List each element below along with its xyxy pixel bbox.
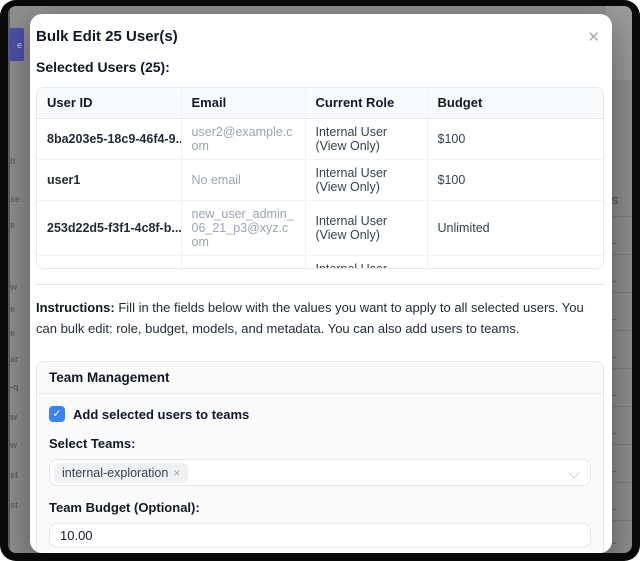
cell-user-id: user1 xyxy=(37,159,181,200)
close-icon: ✕ xyxy=(587,29,600,46)
col-header-budget: Budget xyxy=(427,88,603,118)
col-header-email: Email xyxy=(181,88,305,118)
selected-users-table: User ID Email Current Role Budget 8ba203… xyxy=(37,88,603,269)
cell-email: inter xyxy=(181,255,305,269)
cell-current-role: Internal User (View Only) xyxy=(305,255,427,269)
cell-budget: $100 xyxy=(427,118,603,159)
select-teams-label: Select Teams: xyxy=(49,436,591,451)
col-header-current-role: Current Role xyxy=(305,88,427,118)
table-row: 8ba203e5-18c9-46f4-9... user2@example.co… xyxy=(37,118,603,159)
table-row: 253d22d5-f3f1-4c8f-b... new_user_admin_0… xyxy=(37,200,603,255)
team-management-body: ✓ Add selected users to teams Select Tea… xyxy=(37,394,603,553)
bulk-edit-modal: Bulk Edit 25 User(s) ✕ Selected Users (2… xyxy=(30,14,612,553)
cell-user-id: 5dbd2335-cdd6-47ca-b... xyxy=(37,255,181,269)
checkmark-icon: ✓ xyxy=(52,408,61,420)
team-tag: internal-exploration × xyxy=(54,463,188,483)
section-divider xyxy=(36,284,604,285)
cell-budget: $100 xyxy=(427,159,603,200)
cell-email: new_user_admin_06_21_p3@xyz.com xyxy=(181,200,305,255)
team-tag-remove-icon[interactable]: × xyxy=(173,466,180,480)
instructions-label: Instructions: xyxy=(36,300,115,315)
selected-users-table-container[interactable]: User ID Email Current Role Budget 8ba203… xyxy=(36,87,604,269)
close-button[interactable]: ✕ xyxy=(583,28,604,47)
team-tag-label: internal-exploration xyxy=(62,466,168,480)
cell-budget: Unlimited xyxy=(427,200,603,255)
add-users-to-teams-row: ✓ Add selected users to teams xyxy=(49,406,591,422)
cell-user-id: 253d22d5-f3f1-4c8f-b... xyxy=(37,200,181,255)
instructions-text: Instructions: Fill in the fields below w… xyxy=(36,297,604,339)
table-row: user1 No email Internal User (View Only)… xyxy=(37,159,603,200)
background-sidebar-active-item: e xyxy=(9,28,24,61)
add-users-to-teams-checkbox[interactable]: ✓ xyxy=(49,406,65,422)
team-management-panel: Team Management ✓ Add selected users to … xyxy=(36,361,604,553)
modal-title: Bulk Edit 25 User(s) xyxy=(36,28,178,45)
cell-budget: Unlimited xyxy=(427,255,603,269)
cell-user-id: 8ba203e5-18c9-46f4-9... xyxy=(37,118,181,159)
cell-email: user2@example.com xyxy=(181,118,305,159)
cell-current-role: Internal User (View Only) xyxy=(305,159,427,200)
col-header-user-id: User ID xyxy=(37,88,181,118)
selected-users-label: Selected Users (25): xyxy=(36,59,604,75)
cell-email: No email xyxy=(181,159,305,200)
table-header-row: User ID Email Current Role Budget xyxy=(37,88,603,118)
add-users-to-teams-label: Add selected users to teams xyxy=(73,407,249,422)
cell-current-role: Internal User (View Only) xyxy=(305,118,427,159)
chevron-down-icon xyxy=(568,467,579,478)
team-budget-input[interactable] xyxy=(49,523,591,548)
select-teams-input[interactable]: internal-exploration × xyxy=(49,459,591,486)
modal-header: Bulk Edit 25 User(s) ✕ xyxy=(36,24,604,47)
table-row: 5dbd2335-cdd6-47ca-b... inter Internal U… xyxy=(37,255,603,269)
team-budget-label: Team Budget (Optional): xyxy=(49,500,591,515)
cell-current-role: Internal User (View Only) xyxy=(305,200,427,255)
team-management-title: Team Management xyxy=(37,362,603,394)
screen-frame: e SS ltseeweear-qwwstst--------- Bulk Ed… xyxy=(0,0,640,561)
